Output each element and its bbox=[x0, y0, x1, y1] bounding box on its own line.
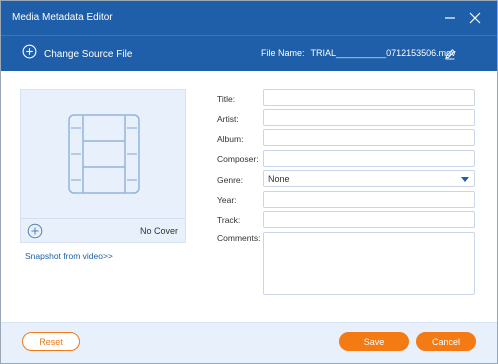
change-source-file-button[interactable]: Change Source File bbox=[22, 44, 132, 64]
cover-toolbar: No Cover bbox=[21, 218, 185, 242]
album-label: Album: bbox=[217, 134, 244, 144]
minimize-icon[interactable] bbox=[442, 10, 458, 26]
artist-input[interactable] bbox=[263, 109, 475, 126]
cancel-button[interactable]: Cancel bbox=[416, 332, 476, 351]
cover-preview: No Cover bbox=[20, 89, 186, 243]
save-button[interactable]: Save bbox=[339, 332, 409, 351]
window-title: Media Metadata Editor bbox=[12, 12, 113, 23]
composer-label: Composer: bbox=[217, 154, 259, 164]
metadata-editor-window: Media Metadata Editor Change Source File… bbox=[0, 0, 498, 364]
track-label: Track: bbox=[217, 215, 241, 225]
chevron-down-icon bbox=[461, 177, 469, 182]
genre-select[interactable]: None bbox=[263, 170, 475, 187]
comments-label: Comments: bbox=[217, 233, 261, 243]
add-cover-plus-circle-icon[interactable] bbox=[27, 223, 43, 239]
album-input[interactable] bbox=[263, 129, 475, 146]
reset-button[interactable]: Reset bbox=[22, 332, 80, 351]
file-name-display: File Name: TRIAL__________0712153506.mov bbox=[261, 48, 456, 58]
film-strip-icon bbox=[68, 114, 140, 194]
title-input[interactable] bbox=[263, 89, 475, 106]
track-input[interactable] bbox=[263, 211, 475, 228]
genre-selected-value: None bbox=[268, 173, 290, 184]
composer-input[interactable] bbox=[263, 150, 475, 167]
artist-label: Artist: bbox=[217, 114, 239, 124]
title-label: Title: bbox=[217, 94, 236, 104]
footer-bar: Reset Save Cancel bbox=[1, 322, 497, 363]
file-name-value: TRIAL__________0712153506.mov bbox=[310, 48, 456, 58]
change-source-file-label: Change Source File bbox=[44, 48, 133, 60]
snapshot-from-video-link[interactable]: Snapshot from video>> bbox=[25, 251, 113, 261]
comments-textarea[interactable] bbox=[263, 232, 475, 295]
genre-label: Genre: bbox=[217, 175, 243, 185]
year-input[interactable] bbox=[263, 191, 475, 208]
plus-circle-icon bbox=[22, 44, 37, 64]
pencil-icon[interactable] bbox=[444, 47, 456, 60]
year-label: Year: bbox=[217, 195, 237, 205]
file-name-label: File Name: bbox=[261, 48, 305, 58]
no-cover-label: No Cover bbox=[139, 226, 178, 236]
close-icon[interactable] bbox=[467, 10, 483, 26]
title-bar: Media Metadata Editor bbox=[1, 1, 497, 35]
source-bar: Change Source File File Name: TRIAL______… bbox=[1, 35, 497, 71]
